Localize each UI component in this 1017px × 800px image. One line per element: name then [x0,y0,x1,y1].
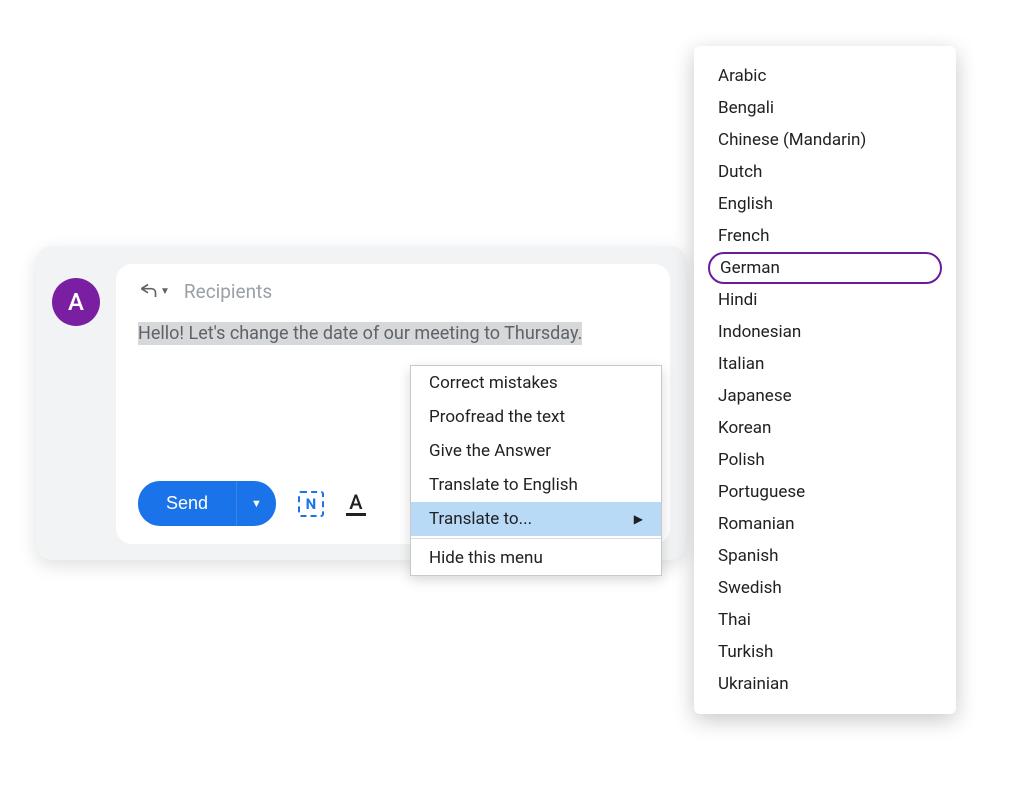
language-item[interactable]: Korean [708,412,942,444]
language-item[interactable]: Thai [708,604,942,636]
language-item[interactable]: Portuguese [708,476,942,508]
context-menu-item-label: Hide this menu [429,548,543,568]
recipients-field[interactable]: Recipients [184,280,272,303]
language-item[interactable]: French [708,220,942,252]
recipients-row: ▼ Recipients [138,280,648,303]
context-menu-item[interactable]: Give the Answer [411,434,661,468]
context-menu-item[interactable]: Translate to... ▶ [411,502,661,536]
submenu-arrow-icon: ▶ [634,512,643,526]
language-item[interactable]: English [708,188,942,220]
send-more-button[interactable]: ▼ [236,481,276,526]
format-a-icon: A [349,492,362,512]
context-menu-item-label: Give the Answer [429,441,551,461]
language-item[interactable]: Indonesian [708,316,942,348]
language-item[interactable]: Polish [708,444,942,476]
send-button-group: Send ▼ [138,481,276,526]
language-item[interactable]: Italian [708,348,942,380]
language-item[interactable]: Hindi [708,284,942,316]
language-item[interactable]: Spanish [708,540,942,572]
send-button[interactable]: Send [138,481,236,526]
reply-type-button[interactable]: ▼ [138,282,170,302]
caret-down-icon: ▼ [160,286,170,297]
reply-arrow-icon [138,282,158,302]
underline-bar-icon [346,513,366,516]
context-menu-item[interactable]: Hide this menu [411,541,661,575]
context-menu-item[interactable]: Proofread the text [411,400,661,434]
context-menu-item-label: Correct mistakes [429,373,558,393]
language-item[interactable]: Arabic [708,60,942,92]
context-menu-item-label: Translate to English [429,475,578,495]
context-menu-item[interactable]: Translate to English [411,468,661,502]
context-menu: Correct mistakes Proofread the text Give t… [410,365,662,576]
n-tool-icon[interactable]: N [298,491,324,517]
language-submenu: ArabicBengaliChinese (Mandarin)DutchEngl… [694,46,956,714]
language-item[interactable]: German [708,252,942,284]
caret-down-icon: ▼ [251,498,262,510]
message-text-selected[interactable]: Hello! Let's change the date of our meet… [138,322,582,345]
language-item[interactable]: Bengali [708,92,942,124]
language-item[interactable]: Turkish [708,636,942,668]
language-item[interactable]: Dutch [708,156,942,188]
language-item[interactable]: Ukrainian [708,668,942,700]
language-item[interactable]: Japanese [708,380,942,412]
context-menu-item-label: Proofread the text [429,407,565,427]
language-item[interactable]: Swedish [708,572,942,604]
context-menu-item[interactable]: Correct mistakes [411,366,661,400]
context-menu-item-label: Translate to... [429,509,532,529]
menu-separator [411,538,661,539]
language-item[interactable]: Chinese (Mandarin) [708,124,942,156]
avatar: A [52,278,100,326]
language-item[interactable]: Romanian [708,508,942,540]
text-format-button[interactable]: A [346,492,366,516]
